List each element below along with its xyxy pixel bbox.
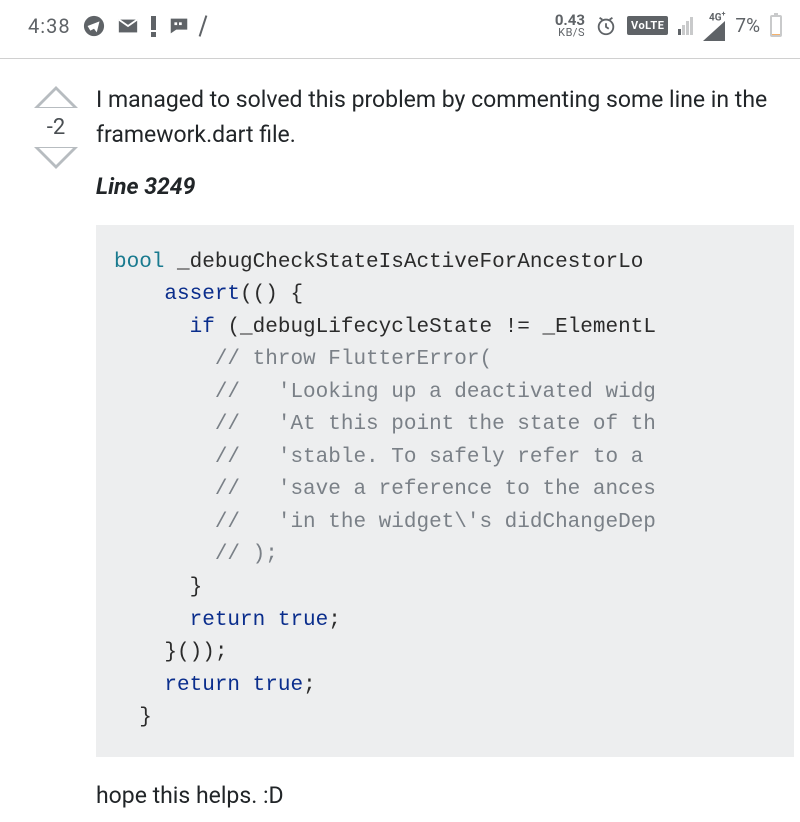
network-speed-unit: KB/S [558, 28, 585, 38]
code-comment-4: // 'stable. To safely refer to a [215, 446, 656, 469]
warning-exclaim-icon [151, 16, 156, 37]
answer-body: I managed to solved this problem by comm… [96, 83, 800, 813]
answer-intro: I managed to solved this problem by comm… [96, 83, 794, 152]
network-gen-sup: + [722, 10, 726, 18]
downvote-button[interactable] [34, 146, 78, 168]
code-keyword-if: if [190, 316, 215, 339]
code-block[interactable]: bool _debugCheckStateIsActiveForAncestor… [96, 225, 794, 757]
code-keyword-assert: assert [164, 283, 240, 306]
code-keyword-return-1: return [190, 609, 266, 632]
battery-icon [770, 15, 782, 37]
vote-score: -2 [47, 115, 65, 140]
code-if-expr: (_debugLifecycleState != _ElementL [215, 316, 656, 339]
code-comment-2: // 'Looking up a deactivated widg [215, 381, 656, 404]
code-close-brace-1: } [190, 576, 203, 599]
battery-percentage: 7% [735, 14, 760, 37]
message-icon [168, 15, 190, 37]
code-true-1: true [265, 609, 328, 632]
code-keyword-return-2: return [164, 674, 240, 697]
code-assert-close: }()); [164, 641, 227, 664]
code-comment-3: // 'At this point the state of th [215, 413, 656, 436]
upvote-button[interactable] [34, 87, 78, 109]
code-semi-2: ; [303, 674, 316, 697]
vote-controls: -2 [16, 83, 96, 813]
signal-triangle-icon [703, 21, 725, 41]
slash-icon [198, 15, 207, 37]
code-true-2: true [240, 674, 303, 697]
signal-bars-1-icon [678, 17, 693, 35]
code-semi-1: ; [328, 609, 341, 632]
code-comment-6: // 'in the widget\'s didChangeDep [215, 511, 656, 534]
network-speed: 0.43 KB/S [555, 14, 585, 37]
code-keyword-bool: bool [114, 251, 164, 274]
code-comment-5: // 'save a reference to the ances [215, 478, 656, 501]
android-status-bar: 4:38 0.43 KB/S VoLTE 4G+ 7% [0, 0, 800, 52]
code-comment-7: // ); [215, 543, 278, 566]
volte-badge: VoLTE [627, 16, 668, 35]
alarm-icon [595, 15, 617, 37]
code-assert-tail: (() { [240, 283, 303, 306]
battery-level [772, 34, 780, 35]
network-gen: 4G+ [703, 11, 725, 41]
code-comment-1: // throw FlutterError( [215, 348, 492, 371]
line-number-label: Line 3249 [96, 170, 794, 205]
gmail-icon [117, 15, 139, 37]
answer-post: -2 I managed to solved this problem by c… [0, 59, 800, 813]
status-right-cluster: 0.43 KB/S VoLTE 4G+ 7% [555, 11, 782, 41]
answer-closing: hope this helps. :D [96, 779, 794, 814]
code-fn-close: } [139, 706, 152, 729]
code-fn-name: _debugCheckStateIsActiveForAncestorLo [164, 251, 643, 274]
status-time: 4:38 [28, 14, 71, 38]
telegram-icon [83, 15, 105, 37]
status-left-cluster: 4:38 [28, 14, 204, 38]
